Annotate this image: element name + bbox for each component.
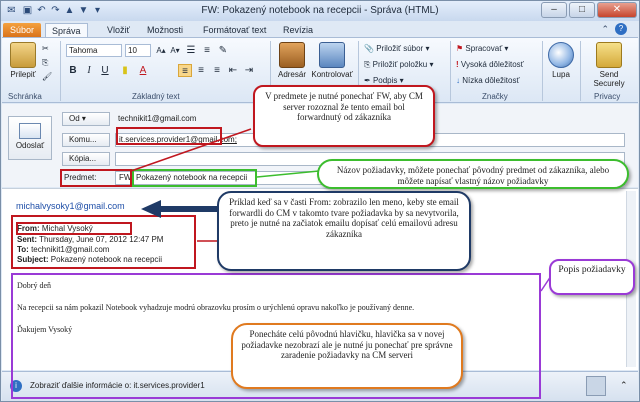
address-book-icon bbox=[279, 42, 305, 68]
original-header-box bbox=[11, 215, 196, 269]
low-importance-item[interactable]: ↓ Nízka dôležitosť bbox=[456, 76, 519, 85]
zoom-label: Lupa bbox=[552, 70, 570, 79]
forward-address: michalvysoky1@gmail.com bbox=[16, 201, 125, 211]
paste-button[interactable]: Prilepiť bbox=[6, 42, 40, 79]
title-bar: ✉ ▣ ↶ ↷ ▲ ▼ ▾ FW: Pokazený notebook na r… bbox=[1, 1, 639, 21]
basic-text-group-label: Základný text bbox=[132, 92, 180, 101]
tab-message[interactable]: Správa bbox=[45, 23, 88, 37]
to-highlight-box bbox=[116, 127, 222, 145]
highlight-icon[interactable]: ▮ bbox=[118, 64, 132, 77]
group-separator bbox=[542, 41, 543, 101]
address-book-button[interactable]: Adresár bbox=[274, 42, 310, 79]
maximize-button[interactable]: □ bbox=[569, 2, 595, 18]
check-names-button[interactable]: Kontrolovať bbox=[310, 42, 354, 79]
signature-icon: ✒ bbox=[364, 76, 371, 85]
follow-up-item[interactable]: ⚑ Spracovať ▾ bbox=[456, 44, 508, 53]
from-callout: Príklad keď sa v časti From: zobrazilo l… bbox=[217, 191, 471, 271]
send-label: Odoslať bbox=[15, 141, 45, 150]
numbering-icon[interactable]: ≡ bbox=[200, 44, 214, 57]
envelope-icon bbox=[19, 123, 41, 139]
follow-up-label: Spracovať bbox=[465, 44, 503, 53]
low-importance-label: Nízka dôležitosť bbox=[462, 76, 520, 85]
tab-file[interactable]: Súbor bbox=[3, 23, 41, 37]
indent-decrease-icon[interactable]: ⇤ bbox=[226, 64, 240, 77]
bullets-icon[interactable]: ☰ bbox=[184, 44, 198, 57]
clipboard-group-label: Schránka bbox=[8, 92, 42, 101]
contact-photo-icon bbox=[586, 376, 606, 396]
flag-icon: ⚑ bbox=[456, 44, 464, 53]
paste-label: Prilepiť bbox=[10, 70, 36, 79]
to-button[interactable]: Komu... bbox=[62, 133, 110, 147]
format-painter-icon[interactable]: 🖌 bbox=[42, 72, 52, 81]
subject-name-box bbox=[132, 169, 257, 187]
from-value: technikit1@gmail.com bbox=[118, 114, 197, 123]
ribbon-collapse-icon[interactable]: ⌃ bbox=[601, 24, 609, 35]
grow-font-icon[interactable]: A▴ bbox=[154, 44, 168, 57]
subject-prefix-box bbox=[60, 169, 132, 187]
tab-review[interactable]: Revízia bbox=[277, 23, 319, 37]
minimize-button[interactable]: – bbox=[541, 2, 567, 18]
outlook-window: ✉ ▣ ↶ ↷ ▲ ▼ ▾ FW: Pokazený notebook na r… bbox=[0, 0, 640, 402]
check-names-label: Kontrolovať bbox=[311, 70, 353, 79]
close-button[interactable]: ✕ bbox=[597, 2, 637, 18]
from-button-label: Od bbox=[69, 114, 80, 123]
align-left-icon[interactable]: ≡ bbox=[178, 64, 192, 77]
high-importance-item[interactable]: ! Vysoká dôležitosť bbox=[456, 60, 524, 69]
clipboard-icon bbox=[10, 42, 36, 68]
down-arrow-icon: ↓ bbox=[456, 76, 460, 85]
header-callout: Ponecháte celú pôvodnú hlavičku, hlavičk… bbox=[231, 323, 463, 389]
attach-item-icon: ⎘ bbox=[364, 60, 371, 69]
clear-format-icon[interactable]: ✎ bbox=[216, 44, 230, 57]
send-button[interactable]: Odoslať bbox=[8, 116, 52, 160]
send-securely-button[interactable]: Send Securely bbox=[584, 42, 634, 88]
group-separator bbox=[580, 41, 581, 101]
bold-icon[interactable]: B bbox=[66, 64, 80, 77]
magnifier-icon bbox=[548, 42, 574, 68]
high-importance-label: Vysoká dôležitosť bbox=[460, 60, 524, 69]
tags-group-label: Značky bbox=[482, 92, 508, 101]
from-button[interactable]: Od ▾ bbox=[62, 112, 110, 126]
send-securely-label: Send Securely bbox=[593, 70, 625, 88]
italic-icon[interactable]: I bbox=[82, 64, 96, 77]
name-callout: Názov požiadavky, môžete ponechať pôvodn… bbox=[317, 159, 629, 189]
attach-file-item[interactable]: 📎 Priložiť súbor ▾ bbox=[364, 44, 429, 53]
zoom-button[interactable]: Lupa bbox=[546, 42, 576, 79]
tab-options[interactable]: Možnosti bbox=[141, 23, 189, 37]
underline-icon[interactable]: U bbox=[98, 64, 112, 77]
paperclip-icon: 📎 bbox=[364, 44, 374, 53]
address-book-label: Adresár bbox=[277, 70, 306, 79]
shrink-font-icon[interactable]: A▾ bbox=[168, 44, 182, 57]
signature-item[interactable]: ✒ Podpis ▾ bbox=[364, 76, 404, 85]
expand-pane-icon[interactable]: ⌃ bbox=[620, 380, 628, 391]
font-size-select[interactable]: 10 bbox=[125, 44, 151, 57]
cc-button[interactable]: Kópia... bbox=[62, 152, 110, 166]
subject-callout: V predmete je nutné ponechať FW, aby CM … bbox=[253, 85, 435, 147]
exclamation-icon: ! bbox=[456, 60, 459, 69]
group-separator bbox=[60, 41, 61, 101]
secure-envelope-icon bbox=[596, 42, 622, 68]
tab-insert[interactable]: Vložiť bbox=[101, 23, 136, 37]
signature-label: Podpis bbox=[372, 76, 398, 85]
copy-icon[interactable]: ⎘ bbox=[42, 58, 48, 68]
group-separator bbox=[450, 41, 451, 101]
ribbon-tabs: Súbor Správa Vložiť Možnosti Formátovať … bbox=[1, 21, 639, 37]
align-center-icon[interactable]: ≡ bbox=[194, 64, 208, 77]
help-icon[interactable]: ? bbox=[615, 23, 627, 35]
align-right-icon[interactable]: ≡ bbox=[210, 64, 224, 77]
attach-file-label: Priložiť súbor bbox=[376, 44, 424, 53]
font-color-icon[interactable]: A bbox=[136, 64, 150, 77]
attach-item-label: Priložiť položku bbox=[372, 60, 428, 69]
privacy-group-label: Privacy bbox=[594, 92, 621, 101]
attach-item-item[interactable]: ⎘ Priložiť položku ▾ bbox=[364, 60, 433, 70]
font-name-select[interactable]: Tahoma bbox=[66, 44, 122, 57]
tab-format-text[interactable]: Formátovať text bbox=[197, 23, 272, 37]
description-callout: Popis požiadavky bbox=[549, 259, 635, 295]
cut-icon[interactable]: ✂ bbox=[42, 44, 49, 53]
indent-increase-icon[interactable]: ⇥ bbox=[242, 64, 256, 77]
check-names-icon bbox=[319, 42, 345, 68]
